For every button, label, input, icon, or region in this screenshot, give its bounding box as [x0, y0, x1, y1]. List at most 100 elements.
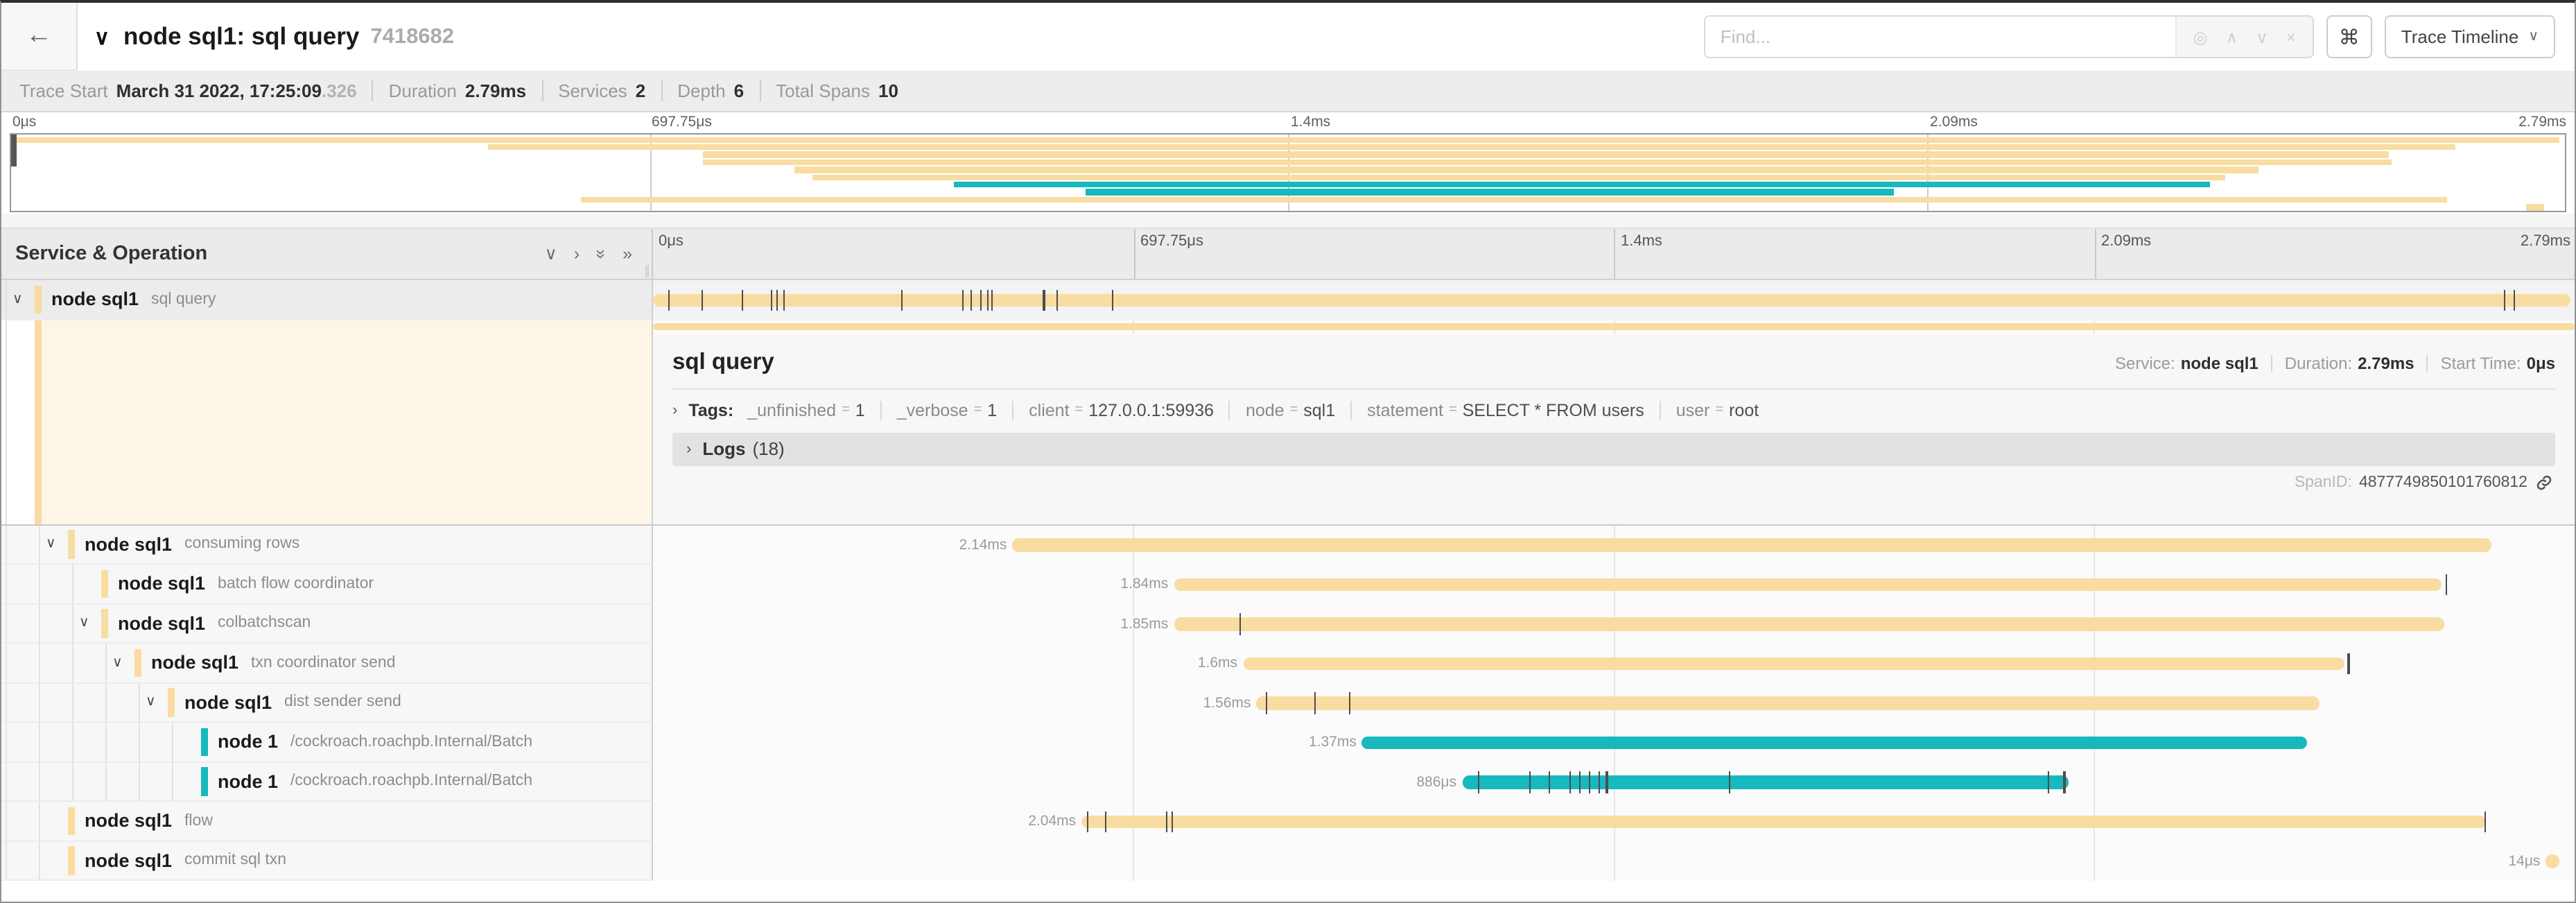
span-bar[interactable] [1174, 578, 2442, 591]
log-marker-tick [2446, 574, 2447, 595]
chevron-right-icon: › [686, 440, 691, 457]
collapse-all-right-icon[interactable]: › [574, 246, 580, 263]
span-service-name: node sql1 [85, 534, 172, 555]
span-tree-cell[interactable]: ∨node sql1colbatchscan [1, 604, 653, 644]
copy-link-icon[interactable] [2536, 474, 2552, 490]
span-row: node sql1flow2.04ms [1, 802, 2575, 841]
selected-span-bar[interactable] [653, 322, 2575, 330]
chevron-down-icon[interactable]: ∨ [79, 616, 89, 631]
chevron-down-icon[interactable]: ∨ [12, 292, 23, 307]
span-tree-cell[interactable]: ∨node sql1sql query [1, 280, 653, 320]
span-bar[interactable] [653, 293, 2570, 307]
meta-value: 6 [734, 80, 744, 101]
meta-value: 2.79ms [465, 80, 526, 101]
log-marker-tick [2048, 771, 2049, 793]
span-row: ∨node sql1dist sender send1.56ms [1, 683, 2575, 723]
locate-icon[interactable]: ◎ [2193, 28, 2208, 45]
span-bar[interactable] [2545, 854, 2559, 868]
log-marker-tick [783, 289, 785, 311]
span-tree-cell[interactable]: node sql1batch flow coordinator [1, 565, 653, 604]
back-button[interactable]: ← [1, 3, 78, 71]
axis-tick-label: 1.4ms [1288, 114, 1330, 130]
span-tree-cell[interactable]: node 1/cockroach.roachpb.Internal/Batch [1, 762, 653, 802]
span-bar[interactable] [1256, 696, 2319, 710]
indent-guide [72, 762, 73, 800]
span-timeline-cell[interactable]: 14μs [653, 841, 2575, 881]
span-bar[interactable] [1243, 657, 2344, 670]
trace-collapse-chevron-icon[interactable]: ∨ [94, 24, 110, 49]
find-input[interactable] [1705, 17, 2175, 57]
log-marker-tick [1348, 692, 1350, 714]
span-bar[interactable] [1081, 815, 2486, 828]
span-bar[interactable] [1174, 617, 2444, 630]
span-timeline-cell[interactable] [653, 280, 2575, 320]
log-marker-tick [1569, 771, 1571, 793]
span-tree-cell[interactable]: ∨node sql1dist sender send [1, 683, 653, 723]
span-timeline-cell[interactable]: 1.56ms [653, 683, 2575, 723]
timeline-minimap[interactable] [10, 133, 2566, 212]
span-duration-label: 1.84ms [1120, 576, 1174, 593]
span-timeline-cell[interactable]: 2.14ms [653, 525, 2575, 565]
tag-item: _verbose=1 [880, 400, 1012, 420]
span-tree-cell[interactable]: ∨node sql1txn coordinator send [1, 644, 653, 683]
span-duration-label: 2.14ms [959, 537, 1013, 553]
span-timeline-cell[interactable]: 886μs [653, 762, 2575, 802]
clear-icon[interactable]: × [2286, 28, 2296, 45]
chevron-down-icon[interactable]: ∨ [112, 655, 123, 671]
trace-view-selector[interactable]: Trace Timeline ∨ [2385, 15, 2555, 58]
span-tree-cell[interactable]: node 1/cockroach.roachpb.Internal/Batch [1, 723, 653, 762]
meta-item: Total Spans10 [776, 80, 898, 101]
logs-row[interactable]: › Logs (18) [672, 432, 2555, 465]
indent-guide [72, 565, 73, 603]
span-timeline-cell[interactable]: 2.04ms [653, 802, 2575, 841]
span-timeline-cell[interactable]: 1.85ms [653, 604, 2575, 644]
tree-controls: ∨ › » » [545, 246, 632, 263]
log-marker-tick [776, 289, 777, 311]
minimap-span-bar [813, 174, 2225, 180]
span-bar[interactable] [1462, 775, 2069, 789]
span-id-row: SpanID: 4877749850101760812 [672, 474, 2555, 490]
indent-guide [6, 762, 7, 800]
span-tree-cell[interactable]: node sql1commit sql txn [1, 841, 653, 881]
span-tree-cell[interactable]: node sql1flow [1, 802, 653, 841]
log-marker-tick [2503, 289, 2505, 311]
expand-all-right-icon[interactable]: » [623, 246, 632, 263]
start-time-value: 0μs [2527, 353, 2555, 372]
span-timeline-cell[interactable]: 1.84ms [653, 565, 2575, 604]
trace-timeline-page: ← ∨ node sql1: sql query 7418682 ◎∧∨× ⌘ … [0, 0, 2576, 903]
tag-equals: = [1449, 402, 1457, 418]
chevron-down-icon[interactable]: ∨ [46, 537, 56, 552]
indent-guide [39, 525, 40, 563]
meta-value-suffix: .326 [322, 80, 357, 101]
ruler-column: 0μs [653, 229, 1133, 279]
prev-match-icon[interactable]: ∧ [2226, 28, 2238, 45]
span-timeline-cell[interactable]: 1.6ms [653, 644, 2575, 683]
span-accent-bar [68, 530, 74, 558]
span-timeline-cell[interactable]: 1.37ms [653, 723, 2575, 762]
column-resize-grip[interactable]: ∥ [644, 264, 650, 279]
span-row: node sql1commit sql txn14μs [1, 841, 2575, 881]
keyboard-shortcuts-button[interactable]: ⌘ [2326, 15, 2372, 58]
span-operation-name: /cockroach.roachpb.Internal/Batch [290, 734, 532, 750]
tag-value: 127.0.0.1:59936 [1088, 400, 1214, 420]
next-match-icon[interactable]: ∨ [2256, 28, 2268, 45]
tags-row[interactable]: › Tags: _unfinished=1_verbose=1client=12… [672, 400, 2555, 420]
expand-all-down-icon[interactable]: » [593, 249, 610, 259]
minimap-span-bar [703, 152, 2388, 158]
span-rows: ∨node sql1sql query sql query Service: n… [1, 280, 2575, 881]
tag-value: SELECT * FROM users [1463, 400, 1644, 420]
span-bar[interactable] [1012, 538, 2491, 551]
chevron-down-icon[interactable]: ∨ [146, 695, 156, 710]
span-bar[interactable] [1362, 736, 2308, 749]
span-row: node 1/cockroach.roachpb.Internal/Batch8… [1, 762, 2575, 802]
indent-guide [6, 723, 7, 761]
log-marker-tick [1113, 289, 1114, 311]
span-operation-name: consuming rows [184, 536, 299, 553]
minimap-left-scrubber[interactable] [11, 135, 17, 166]
log-marker-tick [2484, 811, 2486, 832]
tag-key: statement [1367, 400, 1443, 420]
span-accent-bar [68, 807, 74, 835]
span-tree-cell[interactable]: ∨ node sql1 consuming rows [1, 525, 653, 565]
collapse-all-down-icon[interactable]: ∨ [545, 246, 557, 263]
trace-title-group: ∨ node sql1: sql query 7418682 [78, 3, 1704, 71]
